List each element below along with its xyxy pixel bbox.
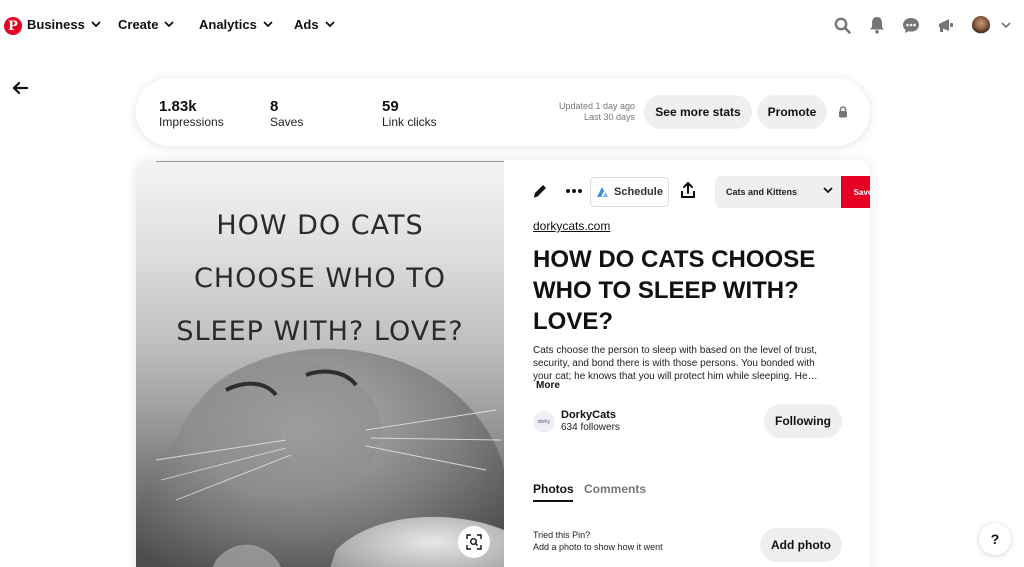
image-text-line-3: SLEEP WITH? LOVE? <box>176 316 464 347</box>
logo-letter: P <box>8 19 18 34</box>
active-tab-indicator <box>533 500 573 502</box>
schedule-logo-icon <box>597 187 609 197</box>
stat-label: Impressions <box>159 115 224 129</box>
search-icon[interactable] <box>834 17 851 34</box>
creator-avatar[interactable]: dorky <box>533 411 555 433</box>
pin-stats-card: 1.83k Impressions 8 Saves 59 Link clicks… <box>136 78 870 146</box>
visual-search-button[interactable] <box>458 526 490 558</box>
board-select-dropdown[interactable]: Cats and Kittens <box>715 176 841 208</box>
nav-analytics-menu[interactable]: Analytics <box>199 17 273 32</box>
share-upload-icon[interactable] <box>680 182 696 199</box>
save-button[interactable]: Save <box>841 176 870 208</box>
notifications-icon[interactable] <box>869 16 885 34</box>
chevron-down-icon <box>324 21 335 28</box>
chevron-down-icon <box>164 21 175 28</box>
nav-analytics-label: Analytics <box>199 17 257 32</box>
nav-ads-label: Ads <box>294 17 319 32</box>
top-navigation: P Business Create Analytics Ads <box>0 0 1024 52</box>
creator-followers: 634 followers <box>561 422 620 433</box>
add-photo-button[interactable]: Add photo <box>760 528 842 562</box>
stat-saves: 8 Saves <box>270 98 303 129</box>
stat-label: Link clicks <box>382 115 437 129</box>
avatar-logo-text: dorky <box>537 419 551 425</box>
image-text-line-2: CHOOSE WHO TO <box>193 263 447 294</box>
stats-updated-info: Updated 1 day ago Last 30 days <box>559 101 635 123</box>
stat-link-clicks: 59 Link clicks <box>382 98 437 129</box>
nav-business-menu[interactable]: Business <box>27 17 101 32</box>
pin-image[interactable]: HOW DO CATS CHOOSE WHO TO SLEEP WITH? LO… <box>136 160 504 567</box>
cat-photo-illustration <box>136 348 504 567</box>
schedule-button[interactable]: Schedule <box>590 177 669 207</box>
edit-pencil-icon[interactable] <box>532 183 548 199</box>
messages-icon[interactable] <box>902 17 920 34</box>
lock-icon <box>839 106 847 118</box>
chevron-down-icon <box>823 187 833 194</box>
updated-range: Last 30 days <box>583 112 635 122</box>
see-more-stats-button[interactable]: See more stats <box>644 95 752 129</box>
announcements-icon[interactable] <box>937 17 955 34</box>
avatar[interactable] <box>972 16 990 34</box>
following-button[interactable]: Following <box>764 404 842 438</box>
visual-search-icon <box>466 534 482 550</box>
pin-title: HOW DO CATS CHOOSE WHO TO SLEEP WITH? LO… <box>533 246 816 335</box>
promote-button[interactable]: Promote <box>757 95 827 129</box>
pin-details-panel: Schedule Cats and Kittens Save dorkycats… <box>504 160 870 567</box>
chevron-down-icon <box>263 21 273 28</box>
tab-photos[interactable]: Photos <box>533 482 574 496</box>
nav-business-label: Business <box>27 17 85 32</box>
back-arrow-icon[interactable] <box>11 80 29 96</box>
stat-value: 1.83k <box>159 98 197 115</box>
chevron-down-icon <box>91 21 101 28</box>
tried-pin-subtitle: Add a photo to show how it went <box>533 542 663 552</box>
board-select-label: Cats and Kittens <box>726 187 798 197</box>
more-link[interactable]: More <box>536 380 560 391</box>
help-button[interactable]: ? <box>979 523 1011 555</box>
stat-label: Saves <box>270 115 304 129</box>
pin-closeup-card: HOW DO CATS CHOOSE WHO TO SLEEP WITH? LO… <box>136 160 870 567</box>
nav-create-menu[interactable]: Create <box>118 17 175 32</box>
tried-pin-title: Tried this Pin? <box>533 530 591 540</box>
more-options-icon[interactable] <box>566 189 582 193</box>
nav-ads-menu[interactable]: Ads <box>294 17 335 32</box>
image-divider <box>156 161 504 162</box>
stat-value: 59 <box>382 98 399 115</box>
creator-name[interactable]: DorkyCats <box>561 409 616 421</box>
image-text-line-1: HOW DO CATS <box>216 210 424 241</box>
stat-impressions: 1.83k Impressions <box>159 98 224 129</box>
pinterest-logo-icon[interactable]: P <box>4 17 22 35</box>
pin-description: Cats choose the person to sleep with bas… <box>533 345 818 382</box>
source-domain-link[interactable]: dorkycats.com <box>533 219 610 233</box>
schedule-label: Schedule <box>614 186 663 198</box>
updated-time: Updated 1 day ago <box>558 101 635 111</box>
nav-create-label: Create <box>118 17 159 32</box>
stat-value: 8 <box>270 98 279 115</box>
chevron-down-icon[interactable] <box>1001 22 1011 29</box>
tab-comments[interactable]: Comments <box>584 482 646 496</box>
